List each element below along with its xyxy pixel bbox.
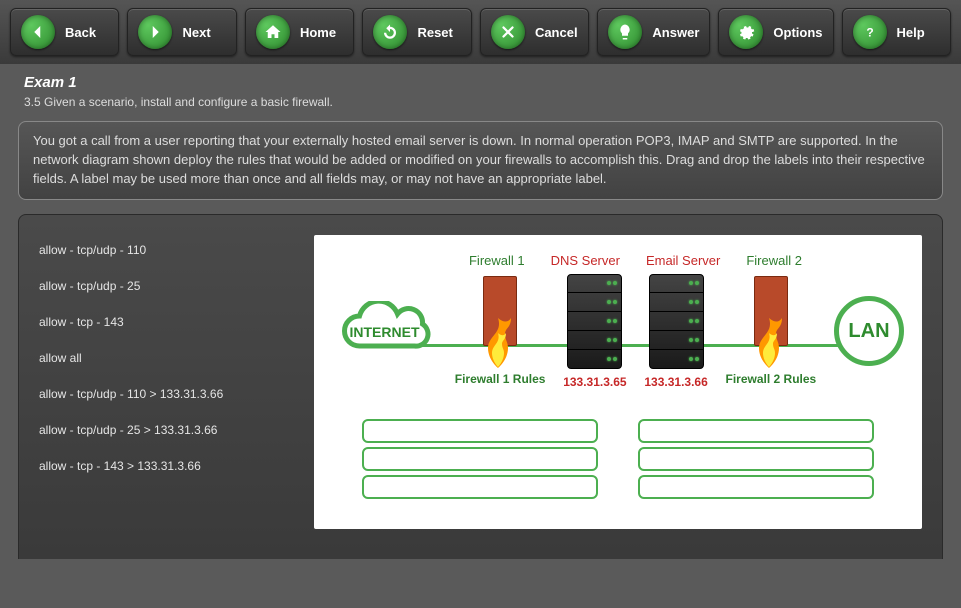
firewall2-rules-dropzone bbox=[638, 419, 874, 499]
options-button[interactable]: Options bbox=[718, 8, 833, 56]
email-label: Email Server bbox=[646, 253, 720, 268]
diagram-labels-row: Firewall 1 DNS Server Email Server Firew… bbox=[332, 253, 904, 274]
back-label: Back bbox=[65, 25, 96, 40]
answer-button[interactable]: Answer bbox=[597, 8, 710, 56]
help-label: Help bbox=[897, 25, 925, 40]
lan-icon: LAN bbox=[834, 296, 904, 366]
cancel-label: Cancel bbox=[535, 25, 578, 40]
firewall1-rules-dropzone bbox=[362, 419, 598, 499]
network-diagram: Firewall 1 DNS Server Email Server Firew… bbox=[314, 235, 922, 529]
lan-node: LAN bbox=[834, 296, 904, 366]
firewall2-node: Firewall 2 Rules bbox=[726, 276, 817, 386]
question-icon: ? bbox=[853, 15, 887, 49]
server-icon bbox=[649, 274, 704, 369]
firewall2-label: Firewall 2 bbox=[746, 253, 802, 268]
internet-text: INTERNET bbox=[350, 324, 420, 340]
reset-icon bbox=[373, 15, 407, 49]
close-icon bbox=[491, 15, 525, 49]
reset-button[interactable]: Reset bbox=[362, 8, 471, 56]
options-label: Options bbox=[773, 25, 822, 40]
lightbulb-icon bbox=[608, 15, 642, 49]
drag-label[interactable]: allow - tcp/udp - 25 > 133.31.3.66 bbox=[39, 423, 294, 437]
home-icon bbox=[256, 15, 290, 49]
drop-slot[interactable] bbox=[362, 419, 598, 443]
dns-label: DNS Server bbox=[551, 253, 620, 268]
drop-slot[interactable] bbox=[638, 475, 874, 499]
home-label: Home bbox=[300, 25, 336, 40]
flame-icon bbox=[470, 318, 526, 378]
drag-label[interactable]: allow - tcp/udp - 110 > 133.31.3.66 bbox=[39, 387, 294, 401]
exam-title: Exam 1 bbox=[24, 74, 937, 91]
drag-labels-column: allow - tcp/udp - 110 allow - tcp/udp - … bbox=[39, 235, 294, 529]
exam-header: Exam 1 3.5 Given a scenario, install and… bbox=[0, 64, 961, 109]
diagram-row: INTERNET Firewall 1 Rules 133.31 bbox=[332, 274, 904, 389]
drop-slot[interactable] bbox=[638, 419, 874, 443]
drop-slot[interactable] bbox=[638, 447, 874, 471]
drag-label[interactable]: allow all bbox=[39, 351, 294, 365]
arrow-right-icon bbox=[138, 15, 172, 49]
email-node: 133.31.3.66 bbox=[644, 274, 707, 389]
svg-text:?: ? bbox=[866, 26, 873, 40]
drag-label[interactable]: allow - tcp - 143 > 133.31.3.66 bbox=[39, 459, 294, 473]
drop-slot[interactable] bbox=[362, 447, 598, 471]
work-area: allow - tcp/udp - 110 allow - tcp/udp - … bbox=[18, 214, 943, 559]
next-label: Next bbox=[182, 25, 210, 40]
home-button[interactable]: Home bbox=[245, 8, 354, 56]
flame-icon bbox=[741, 318, 797, 378]
next-button[interactable]: Next bbox=[127, 8, 236, 56]
lan-text: LAN bbox=[848, 320, 889, 343]
drop-slot[interactable] bbox=[362, 475, 598, 499]
firewall1-node: Firewall 1 Rules bbox=[455, 276, 546, 386]
answer-label: Answer bbox=[652, 25, 699, 40]
scenario-text: You got a call from a user reporting tha… bbox=[18, 121, 943, 200]
arrow-left-icon bbox=[21, 15, 55, 49]
firewall-icon bbox=[751, 276, 791, 366]
drag-label[interactable]: allow - tcp/udp - 110 bbox=[39, 243, 294, 257]
back-button[interactable]: Back bbox=[10, 8, 119, 56]
exam-objective: 3.5 Given a scenario, install and config… bbox=[24, 95, 937, 109]
internet-node: INTERNET bbox=[332, 301, 437, 361]
reset-label: Reset bbox=[417, 25, 452, 40]
cloud-icon: INTERNET bbox=[332, 301, 437, 361]
server-icon bbox=[567, 274, 622, 369]
gear-icon bbox=[729, 15, 763, 49]
dns-node: 133.31.3.65 bbox=[563, 274, 626, 389]
cancel-button[interactable]: Cancel bbox=[480, 8, 589, 56]
rules-drop-row bbox=[332, 419, 904, 499]
toolbar: Back Next Home Reset Cancel Answer Optio… bbox=[0, 0, 961, 64]
dns-ip: 133.31.3.65 bbox=[563, 375, 626, 389]
drag-label[interactable]: allow - tcp/udp - 25 bbox=[39, 279, 294, 293]
help-button[interactable]: ? Help bbox=[842, 8, 951, 56]
email-ip: 133.31.3.66 bbox=[644, 375, 707, 389]
firewall-icon bbox=[480, 276, 520, 366]
drag-label[interactable]: allow - tcp - 143 bbox=[39, 315, 294, 329]
firewall1-label: Firewall 1 bbox=[469, 253, 525, 268]
